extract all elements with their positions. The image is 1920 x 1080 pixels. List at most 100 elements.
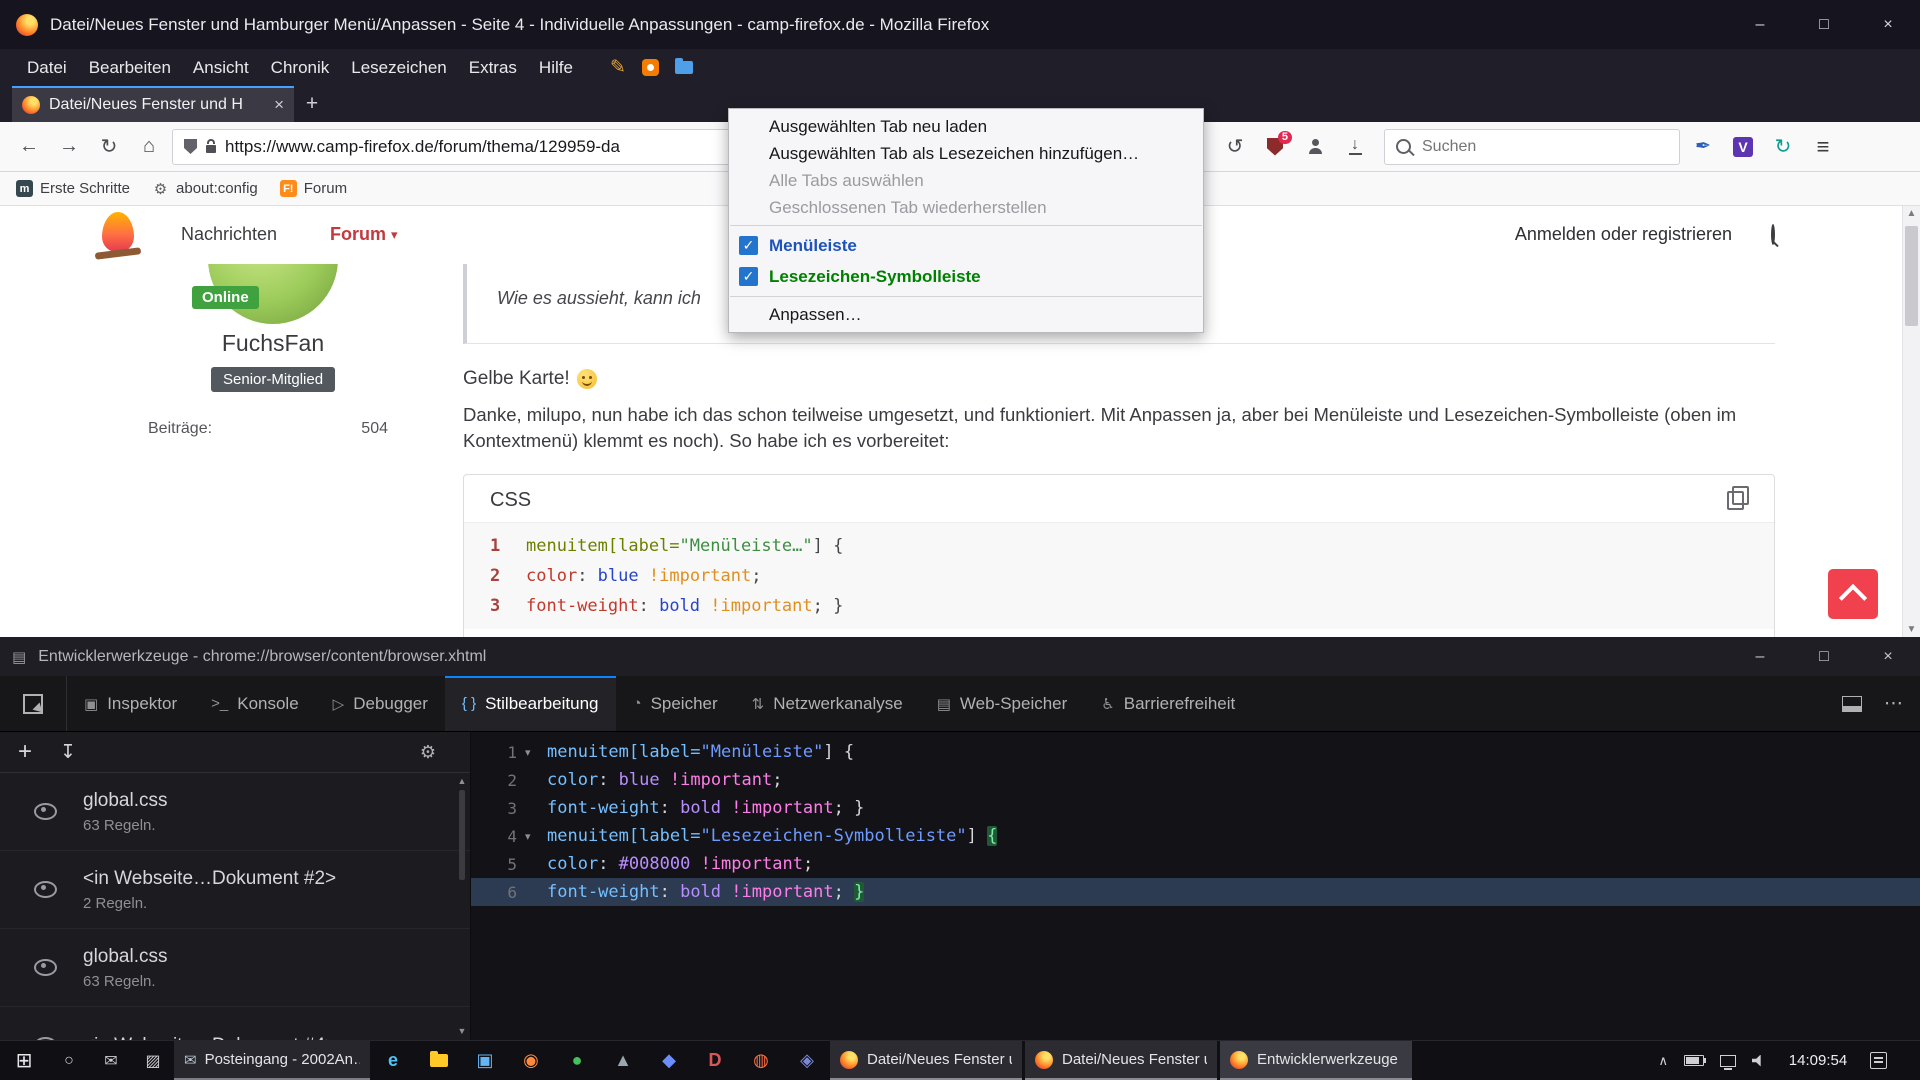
close-button[interactable]: × (1856, 0, 1920, 49)
split-console-icon[interactable] (1842, 696, 1862, 712)
taskbar-window-button[interactable]: ✉ Posteingang - 2002An… (174, 1041, 370, 1080)
visibility-eye-icon[interactable] (34, 881, 57, 898)
settings-gear-icon[interactable]: ⚙ (420, 742, 436, 763)
copy-icon[interactable] (1727, 491, 1744, 510)
sync-extension-button[interactable]: ↻ (1766, 130, 1800, 164)
pick-element-button[interactable] (0, 676, 67, 731)
battery-icon[interactable] (1684, 1055, 1704, 1066)
taskbar-mail-icon[interactable]: ✉ (90, 1041, 132, 1080)
tracking-protection-shield-icon[interactable] (184, 139, 197, 154)
volume-icon[interactable] (1752, 1055, 1766, 1067)
taskbar-pin-edge[interactable]: e (370, 1041, 416, 1080)
menu-item-lesezeichen-symbolleiste[interactable]: ✓Lesezeichen-Symbolleiste (729, 261, 1203, 292)
scrollbar-up-icon[interactable]: ▲ (456, 776, 468, 786)
bookmark-forum[interactable]: F!Forum (280, 180, 347, 197)
start-button[interactable]: ⊞ (0, 1041, 48, 1080)
browser-tab[interactable]: Datei/Neues Fenster und H × (12, 86, 294, 122)
scrollbar-down-icon[interactable]: ▼ (456, 1026, 468, 1036)
nav-forum[interactable]: Forum▾ (330, 224, 398, 245)
menubar-item-lesezeichen[interactable]: Lesezeichen (340, 58, 457, 78)
new-tab-button[interactable]: + (294, 86, 330, 122)
taskbar-pin-app-blue[interactable]: ▣ (462, 1041, 508, 1080)
signin-link[interactable]: Anmelden oder registrieren (1515, 224, 1732, 245)
back-button[interactable]: ← (12, 130, 46, 164)
account-button[interactable] (1298, 130, 1332, 164)
taskbar-pin-app-steel[interactable]: ▲ (600, 1041, 646, 1080)
pencil-icon[interactable]: ✎ (610, 56, 626, 79)
devtools-tab-barrierefreiheit[interactable]: ♿Barrierefreiheit (1084, 676, 1252, 731)
taskbar-window-button[interactable]: Datei/Neues Fenster u… (830, 1041, 1022, 1080)
menubar-item-extras[interactable]: Extras (458, 58, 528, 78)
style-editor[interactable]: 1▾menuitem[label="Menüleiste"] {2color: … (471, 732, 1920, 1040)
maximize-button[interactable]: □ (1792, 0, 1856, 49)
taskbar-pin-app-navy[interactable]: ◈ (784, 1041, 830, 1080)
menubar-item-bearbeiten[interactable]: Bearbeiten (78, 58, 182, 78)
close-button[interactable]: × (1856, 637, 1920, 676)
menu-item-menüleiste[interactable]: ✓Menüleiste (729, 230, 1203, 261)
stylesheet-item[interactable]: <in Webseite…Dokument #4> (0, 1007, 470, 1040)
reload-button[interactable]: ↻ (92, 130, 126, 164)
taskbar-photos-icon[interactable]: ▨ (132, 1041, 174, 1080)
menubar-item-datei[interactable]: Datei (16, 58, 78, 78)
fold-arrow-icon[interactable]: ▾ (525, 830, 547, 843)
meatball-menu-icon[interactable]: ⋯ (1884, 692, 1904, 715)
scrollbar-thumb[interactable] (459, 790, 465, 880)
menu-item-anpassen[interactable]: Anpassen… (729, 301, 1203, 328)
forward-button[interactable]: → (52, 130, 86, 164)
devtools-tab-netzwerkanalyse[interactable]: ⇅Netzwerkanalyse (735, 676, 920, 731)
page-scrollbar[interactable]: ▲ ▼ (1902, 206, 1920, 637)
taskbar-pin-app-azure[interactable]: ◆ (646, 1041, 692, 1080)
scrollbar-thumb[interactable] (1905, 226, 1918, 326)
history-icon[interactable]: ↺ (1218, 130, 1252, 164)
network-icon[interactable] (1720, 1055, 1736, 1067)
campfire-logo-icon[interactable] (102, 212, 134, 252)
taskbar-pin-file-explorer[interactable] (416, 1041, 462, 1080)
home-button[interactable]: ⌂ (132, 130, 166, 164)
scrollbar-down-icon[interactable]: ▼ (1903, 624, 1920, 635)
search-input[interactable] (1420, 137, 1668, 157)
maximize-button[interactable]: □ (1792, 637, 1856, 676)
menu-item-ausgewählten-tab-als-lesezeichen-hinzufügen[interactable]: Ausgewählten Tab als Lesezeichen hinzufü… (729, 140, 1203, 167)
fold-arrow-icon[interactable]: ▾ (525, 746, 547, 759)
minimize-button[interactable]: – (1728, 0, 1792, 49)
visibility-eye-icon[interactable] (34, 959, 57, 976)
bookmark-erste-schritte[interactable]: mErste Schritte (16, 180, 130, 197)
tray-chevron-icon[interactable]: ∧ (1658, 1053, 1668, 1069)
menubar-item-chronik[interactable]: Chronik (260, 58, 341, 78)
new-stylesheet-button[interactable]: + (18, 738, 32, 766)
menubar-item-ansicht[interactable]: Ansicht (182, 58, 260, 78)
menubar-item-hilfe[interactable]: Hilfe (528, 58, 584, 78)
sidebar-scrollbar[interactable]: ▲ ▼ (456, 776, 468, 1036)
notification-center-icon[interactable] (1870, 1052, 1887, 1069)
devtools-tab-stilbearbeitung[interactable]: { }Stilbearbeitung (445, 676, 616, 731)
folder-icon[interactable] (675, 61, 693, 74)
hamburger-menu-button[interactable]: ≡ (1806, 130, 1840, 164)
taskbar-pin-app-round-orange[interactable]: ◍ (738, 1041, 784, 1080)
devtools-tab-speicher[interactable]: ◔Speicher (616, 676, 735, 731)
devtools-tab-konsole[interactable]: >_Konsole (194, 676, 316, 731)
clock[interactable]: 14:09:54 (1782, 1052, 1854, 1069)
stylesheet-item[interactable]: <in Webseite…Dokument #2>2 Regeln. (0, 851, 470, 929)
stylesheet-item[interactable]: global.css63 Regeln. (0, 929, 470, 1007)
taskbar-window-button[interactable]: Datei/Neues Fenster u… (1025, 1041, 1217, 1080)
taskbar-search-icon[interactable]: ○ (48, 1041, 90, 1080)
v-extension-button[interactable]: V (1726, 130, 1760, 164)
nav-nachrichten[interactable]: Nachrichten (181, 224, 277, 245)
adblock-extension-button[interactable]: 5 (1258, 130, 1292, 164)
lock-icon[interactable] (206, 145, 216, 153)
orange-extension-icon[interactable] (642, 59, 659, 76)
search-bar[interactable] (1384, 129, 1680, 165)
visibility-eye-icon[interactable] (34, 803, 57, 820)
devtools-tab-web-speicher[interactable]: ▤Web-Speicher (920, 676, 1085, 731)
downloads-button[interactable]: ↓ (1338, 130, 1372, 164)
minimize-button[interactable]: – (1728, 637, 1792, 676)
taskbar-pin-app-green[interactable]: ● (554, 1041, 600, 1080)
scrollbar-up-icon[interactable]: ▲ (1903, 208, 1920, 219)
devtools-tab-debugger[interactable]: ▷Debugger (316, 676, 445, 731)
stylesheet-item[interactable]: global.css63 Regeln. (0, 773, 470, 851)
tab-close-icon[interactable]: × (274, 95, 284, 115)
note-extension-button[interactable]: ✒ (1686, 130, 1720, 164)
taskbar-pin-app-d[interactable]: D (692, 1041, 738, 1080)
taskbar-pin-app-orange[interactable]: ◉ (508, 1041, 554, 1080)
username[interactable]: FuchsFan (163, 330, 383, 357)
